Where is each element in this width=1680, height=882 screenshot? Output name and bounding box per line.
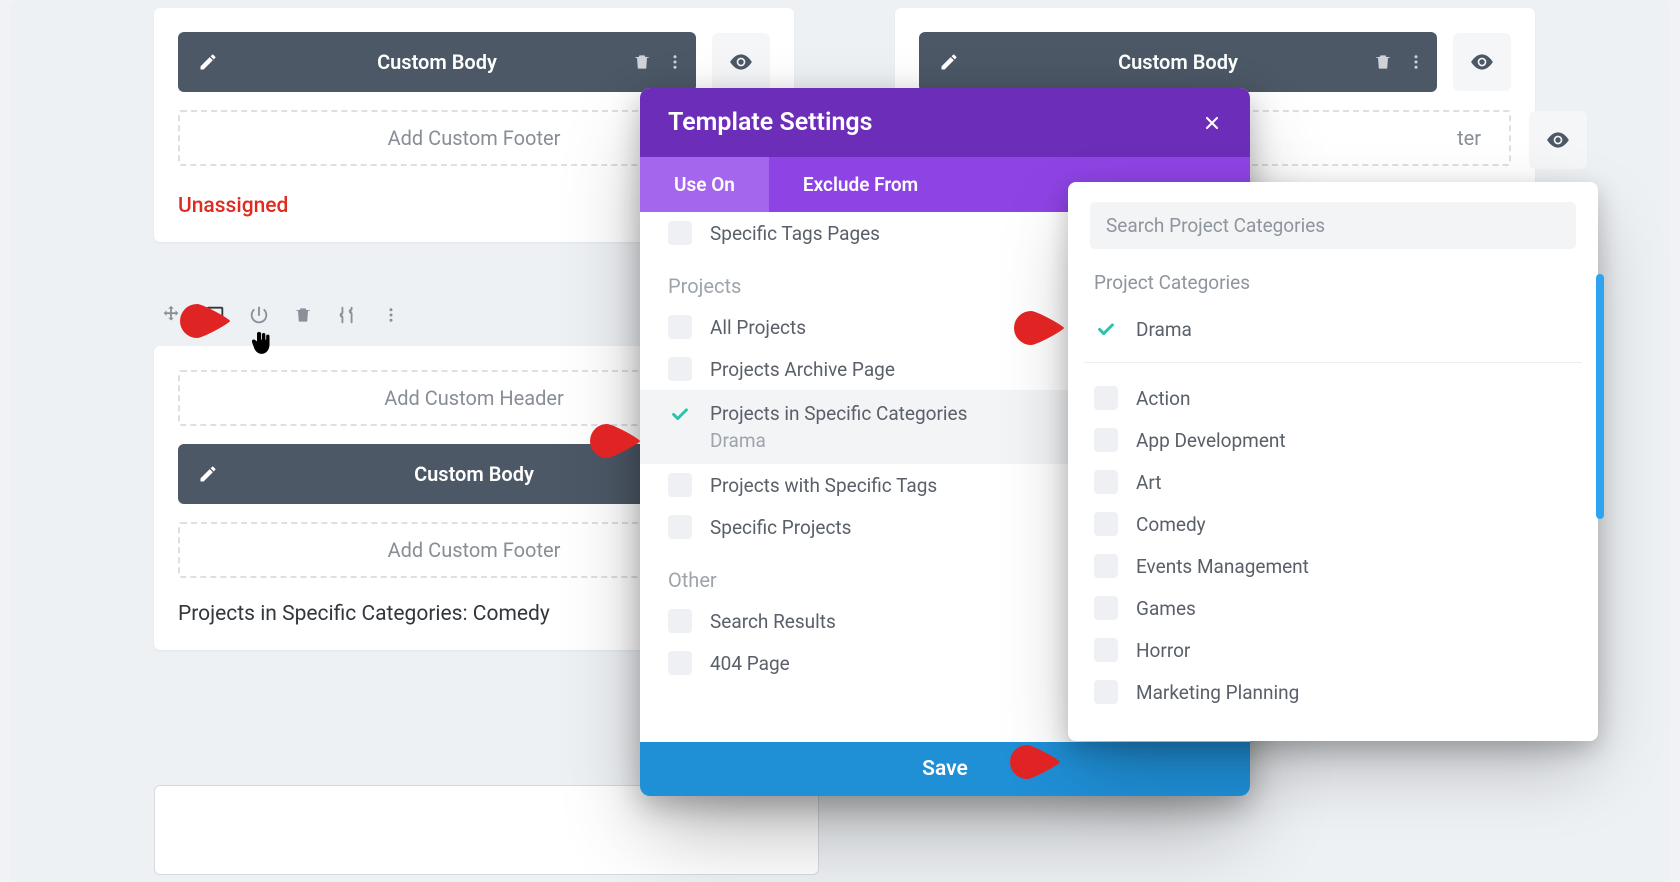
checkbox[interactable]	[1094, 470, 1118, 494]
category-label: Marketing Planning	[1136, 681, 1299, 704]
checkbox-checked[interactable]	[668, 402, 692, 426]
more-icon[interactable]	[380, 304, 402, 326]
category-label: Horror	[1136, 639, 1190, 662]
power-icon[interactable]	[248, 304, 270, 326]
checkbox[interactable]	[1094, 596, 1118, 620]
divider	[1084, 362, 1582, 363]
category-label: Events Management	[1136, 555, 1309, 578]
add-footer-label-partial: ter	[1457, 126, 1481, 150]
trash-icon[interactable]	[292, 304, 314, 326]
category-item[interactable]: Horror	[1090, 629, 1576, 671]
category-label: Comedy	[1136, 513, 1206, 536]
custom-body-bar[interactable]: Custom Body	[919, 32, 1437, 92]
option-label: Projects with Specific Tags	[710, 474, 937, 497]
category-item[interactable]: Action	[1090, 377, 1576, 419]
category-item[interactable]: App Development	[1090, 419, 1576, 461]
checkbox[interactable]	[668, 515, 692, 539]
trash-icon[interactable]	[1373, 52, 1393, 72]
checkbox[interactable]	[1094, 386, 1118, 410]
more-icon[interactable]	[666, 53, 684, 71]
body-bar-label: Custom Body	[178, 50, 696, 74]
preview-button[interactable]	[1529, 111, 1587, 169]
move-icon[interactable]	[160, 304, 182, 326]
option-label: Search Results	[710, 610, 836, 633]
checkbox[interactable]	[668, 609, 692, 633]
body-bar-label: Custom Body	[919, 50, 1437, 74]
category-picker-flyout: Search Project Categories Project Catego…	[1068, 182, 1598, 741]
card-hover-toolbar	[160, 304, 402, 326]
flyout-heading: Project Categories	[1094, 271, 1572, 294]
template-settings-icon[interactable]	[204, 304, 226, 326]
tab-use-on[interactable]: Use On	[640, 157, 769, 212]
save-button[interactable]: Save	[640, 742, 1250, 796]
add-footer-label: Add Custom Footer	[388, 126, 561, 150]
option-label: Specific Projects	[710, 516, 851, 539]
add-header-label: Add Custom Header	[384, 386, 564, 410]
empty-template-slot[interactable]	[154, 785, 819, 875]
eye-icon	[1469, 49, 1495, 75]
option-label: Projects in Specific Categories	[710, 402, 967, 425]
checkbox[interactable]	[668, 357, 692, 381]
checkbox[interactable]	[668, 315, 692, 339]
search-placeholder: Search Project Categories	[1106, 214, 1325, 237]
category-label: App Development	[1136, 429, 1286, 452]
preview-button[interactable]	[712, 33, 770, 91]
scrollbar[interactable]	[1596, 274, 1604, 519]
pencil-icon	[198, 464, 218, 484]
checkbox[interactable]	[1094, 680, 1118, 704]
save-label: Save	[922, 757, 968, 781]
option-label: 404 Page	[710, 652, 790, 675]
add-footer-label: Add Custom Footer	[388, 538, 561, 562]
pencil-icon	[198, 52, 218, 72]
sliders-icon[interactable]	[336, 304, 358, 326]
preview-button[interactable]	[1453, 33, 1511, 91]
category-item[interactable]: Marketing Planning	[1090, 671, 1576, 713]
checkbox[interactable]	[1094, 554, 1118, 578]
checkbox[interactable]	[1094, 512, 1118, 536]
checkbox-checked[interactable]	[1094, 317, 1118, 341]
close-icon[interactable]	[1202, 113, 1222, 133]
pencil-icon	[939, 52, 959, 72]
category-label: Drama	[1136, 318, 1192, 341]
custom-body-bar[interactable]: Custom Body	[178, 32, 696, 92]
checkbox[interactable]	[1094, 428, 1118, 452]
checkbox[interactable]	[668, 651, 692, 675]
trash-icon[interactable]	[632, 52, 652, 72]
eye-icon	[728, 49, 754, 75]
category-item-selected[interactable]: Drama	[1090, 308, 1576, 350]
category-label: Action	[1136, 387, 1191, 410]
checkbox[interactable]	[668, 473, 692, 497]
more-icon[interactable]	[1407, 53, 1425, 71]
checkbox[interactable]	[1094, 638, 1118, 662]
category-item[interactable]: Games	[1090, 587, 1576, 629]
category-item[interactable]: Comedy	[1090, 503, 1576, 545]
tab-exclude-from[interactable]: Exclude From	[769, 157, 952, 212]
category-item[interactable]: Events Management	[1090, 545, 1576, 587]
option-label: All Projects	[710, 316, 806, 339]
search-input[interactable]: Search Project Categories	[1090, 202, 1576, 249]
modal-title: Template Settings	[668, 108, 872, 137]
option-sublabel: Drama	[710, 429, 967, 452]
category-label: Games	[1136, 597, 1196, 620]
option-label: Specific Tags Pages	[710, 222, 880, 245]
option-label: Projects Archive Page	[710, 358, 895, 381]
category-label: Art	[1136, 471, 1162, 494]
modal-header: Template Settings	[640, 88, 1250, 157]
checkbox[interactable]	[668, 221, 692, 245]
eye-icon	[1545, 127, 1571, 153]
category-item[interactable]: Art	[1090, 461, 1576, 503]
